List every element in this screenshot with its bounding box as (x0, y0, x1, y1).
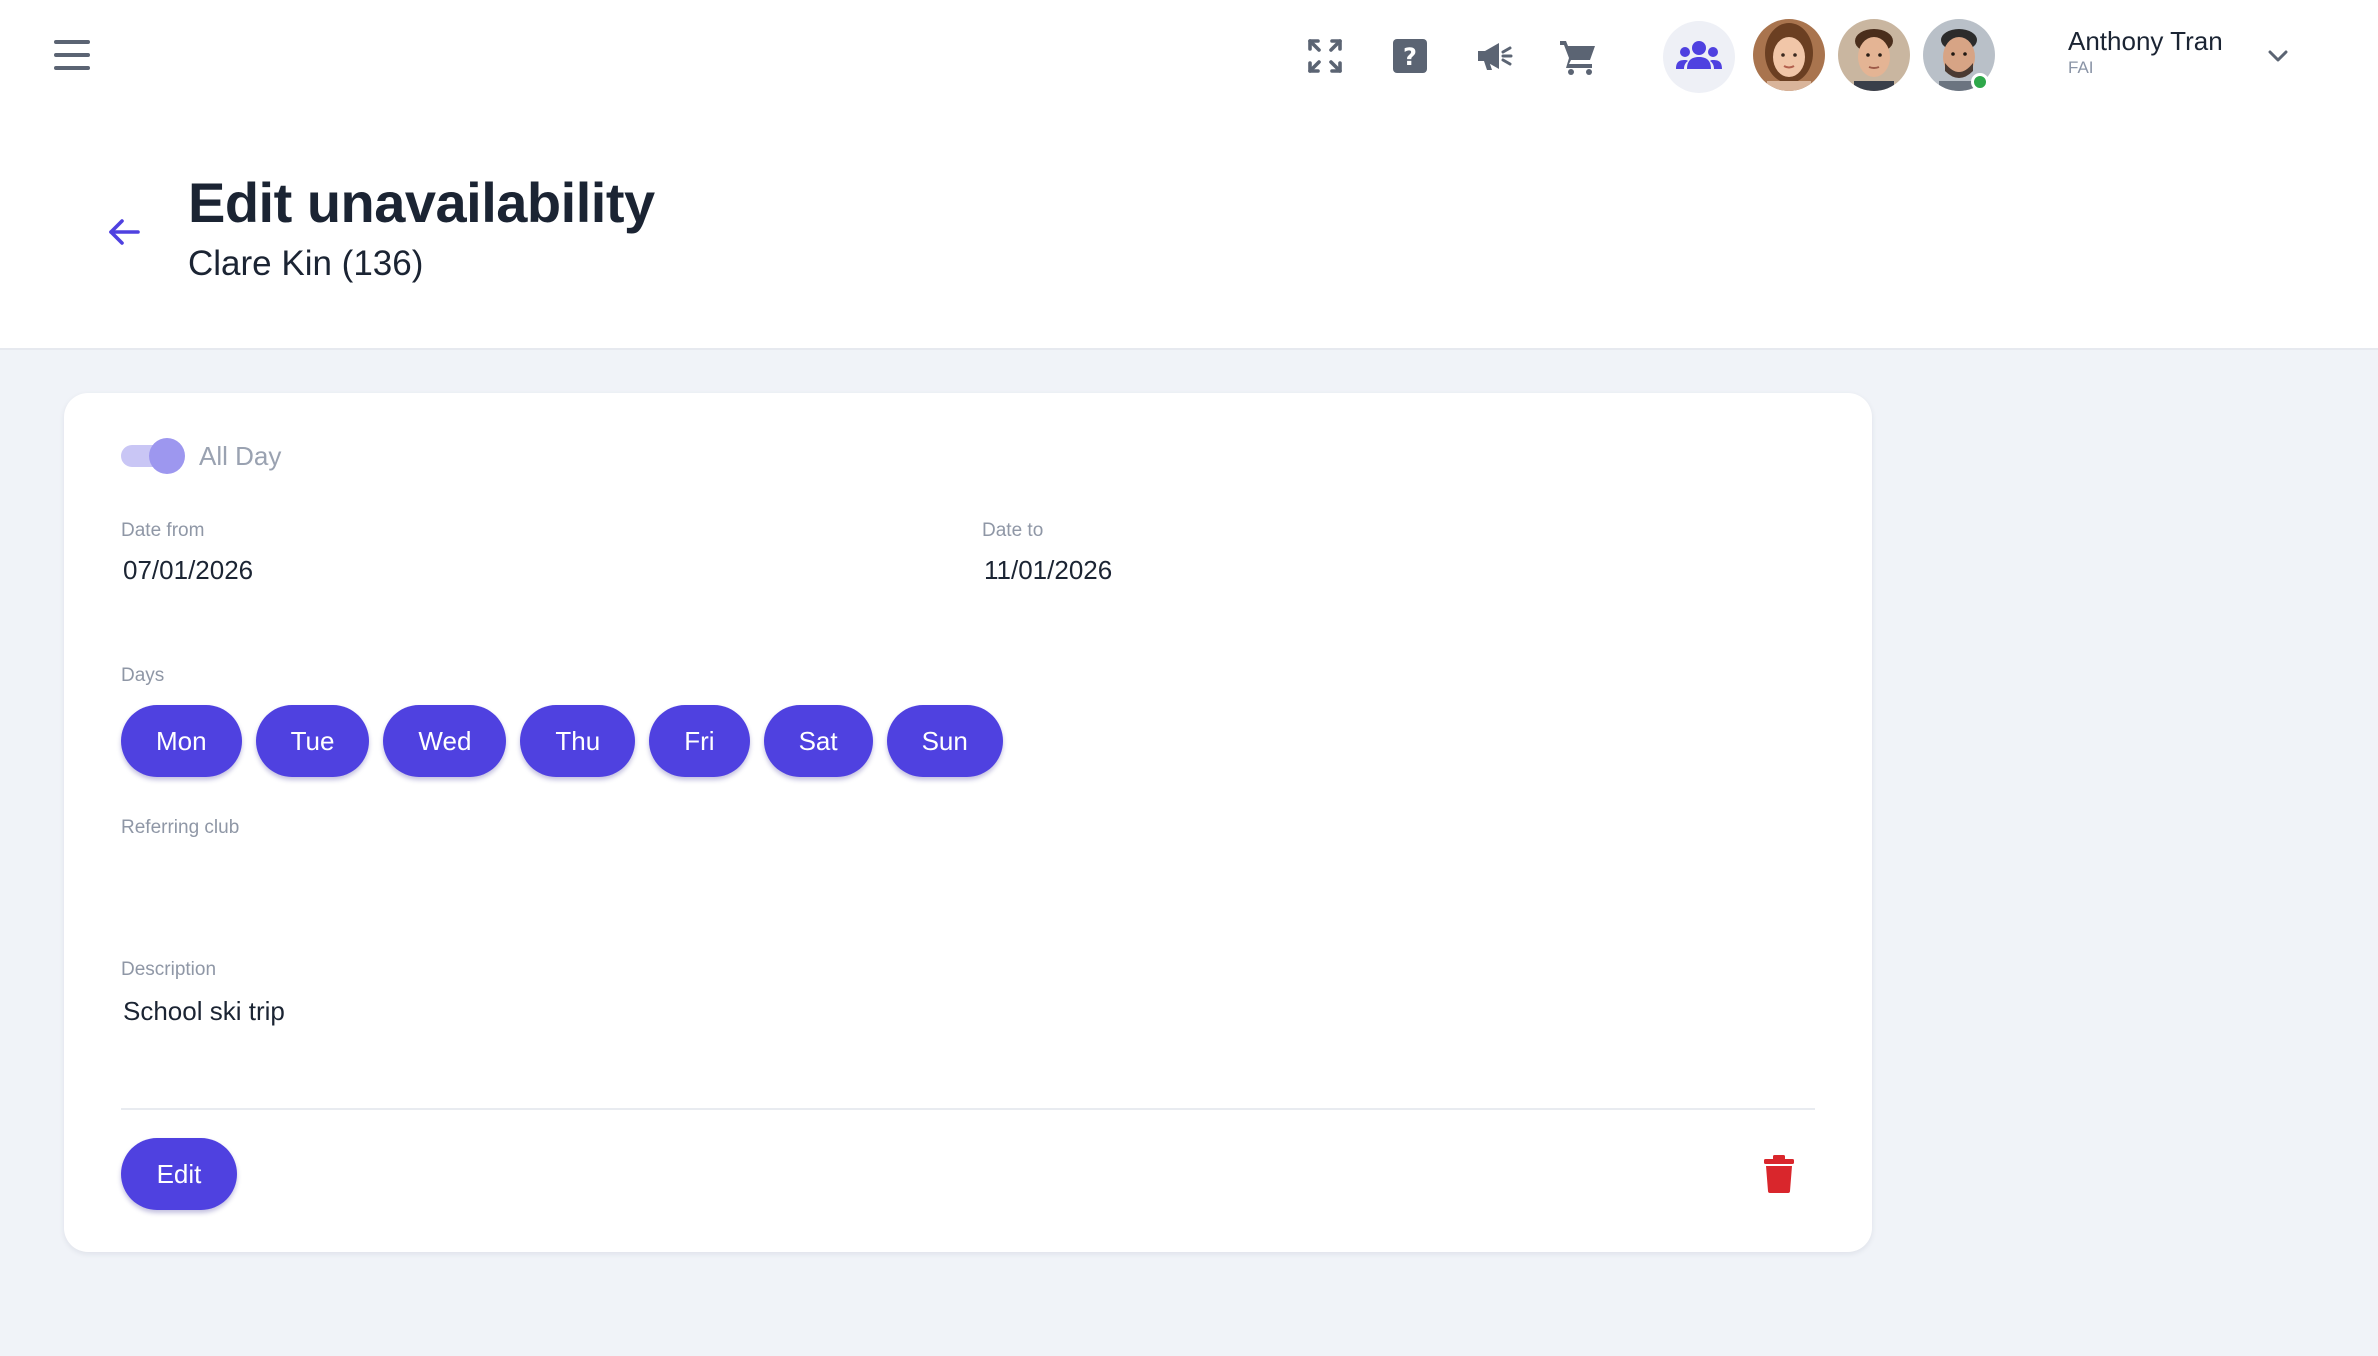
day-button-mon[interactable]: Mon (121, 705, 242, 777)
avatar[interactable] (1923, 19, 1995, 91)
edit-button[interactable]: Edit (121, 1138, 237, 1210)
team-switcher-button[interactable] (1663, 21, 1735, 93)
trash-icon[interactable] (1762, 1155, 1796, 1193)
date-from-label: Date from (121, 520, 205, 541)
date-to-field[interactable]: 11/01/2026 (984, 554, 1112, 586)
fullscreen-icon[interactable] (1305, 36, 1345, 76)
page-title: Edit unavailability (188, 171, 655, 234)
day-button-thu[interactable]: Thu (520, 705, 636, 777)
chevron-down-icon[interactable] (2264, 42, 2292, 70)
back-arrow-icon[interactable] (104, 212, 144, 252)
menu-icon[interactable] (54, 40, 90, 72)
user-name: Anthony Tran (2068, 26, 2223, 56)
referring-club-label: Referring club (121, 817, 240, 838)
day-button-sat[interactable]: Sat (763, 705, 873, 777)
help-icon[interactable]: ? (1390, 36, 1430, 76)
avatar[interactable] (1838, 19, 1910, 91)
avatar[interactable] (1753, 19, 1825, 91)
announcement-icon[interactable] (1474, 36, 1514, 76)
user-menu[interactable]: Anthony Tran FAI (2068, 26, 2223, 78)
unavailability-card: All Day Date from 07/01/2026 Date to 11/… (64, 393, 1872, 1252)
day-button-fri[interactable]: Fri (649, 705, 750, 777)
description-label: Description (121, 959, 217, 980)
day-button-wed[interactable]: Wed (383, 705, 507, 777)
date-to-label: Date to (982, 520, 1044, 541)
description-field[interactable]: School ski trip (123, 995, 285, 1027)
svg-text:?: ? (1403, 43, 1417, 71)
page-header: Edit unavailability Clare Kin (136) (0, 112, 2378, 350)
days-label: Days (121, 665, 165, 686)
day-button-tue[interactable]: Tue (255, 705, 370, 777)
user-organization: FAI (2068, 58, 2094, 77)
divider (121, 1108, 1815, 1110)
all-day-toggle[interactable] (121, 437, 187, 475)
day-button-sun[interactable]: Sun (886, 705, 1003, 777)
date-from-field[interactable]: 07/01/2026 (123, 554, 253, 586)
cart-icon[interactable] (1558, 36, 1598, 76)
page-subtitle: Clare Kin (136) (188, 244, 424, 283)
online-status-indicator (1971, 73, 1989, 91)
top-bar: ? Anthony Tran FAI (0, 0, 2378, 112)
referring-club-field[interactable] (123, 851, 923, 883)
all-day-label: All Day (199, 441, 282, 471)
days-selector: Mon Tue Wed Thu Fri Sat Sun (121, 705, 1003, 777)
team-icon (1676, 41, 1722, 69)
